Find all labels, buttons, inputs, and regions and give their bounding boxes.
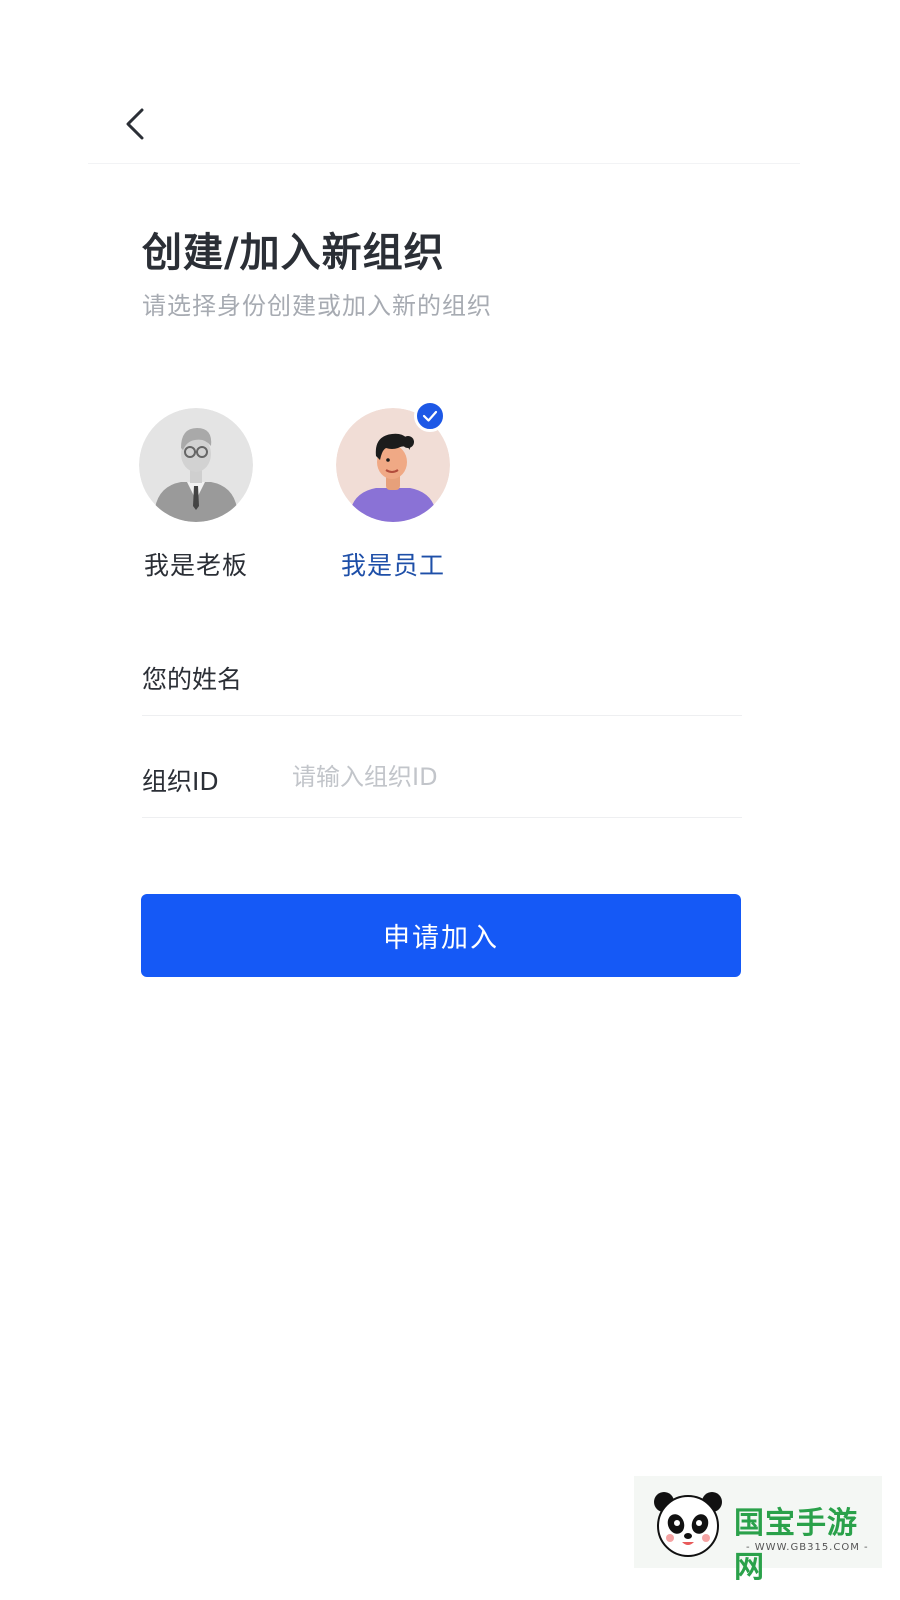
panda-logo-icon <box>654 1492 722 1557</box>
name-input[interactable] <box>292 654 732 696</box>
role-employee-option[interactable]: 我是员工 <box>318 408 468 582</box>
join-organization-page: 创建/加入新组织 请选择身份创建或加入新的组织 我是老板 我是员工 您的姓名 组… <box>0 0 900 1600</box>
chevron-left-icon <box>126 108 144 140</box>
selected-check-icon <box>414 400 446 432</box>
apply-join-button[interactable]: 申请加入 <box>141 894 741 977</box>
site-watermark: 国宝手游网 - WWW.GB315.COM - <box>634 1476 882 1585</box>
boss-avatar <box>139 408 253 522</box>
back-button[interactable] <box>118 104 154 144</box>
name-field-label: 您的姓名 <box>142 665 243 694</box>
orgid-input[interactable] <box>292 756 732 798</box>
role-employee-label: 我是员工 <box>340 551 445 580</box>
page-subtitle: 请选择身份创建或加入新的组织 <box>142 292 492 320</box>
role-boss-label: 我是老板 <box>143 551 248 580</box>
page-title: 创建/加入新组织 <box>142 230 445 276</box>
role-boss-option[interactable]: 我是老板 <box>121 408 271 582</box>
name-field-row: 您的姓名 <box>142 640 742 716</box>
nav-bar <box>88 90 800 164</box>
orgid-field-row: 组织ID <box>142 742 742 818</box>
watermark-url: - WWW.GB315.COM - <box>746 1542 869 1553</box>
orgid-field-label: 组织ID <box>142 767 219 796</box>
